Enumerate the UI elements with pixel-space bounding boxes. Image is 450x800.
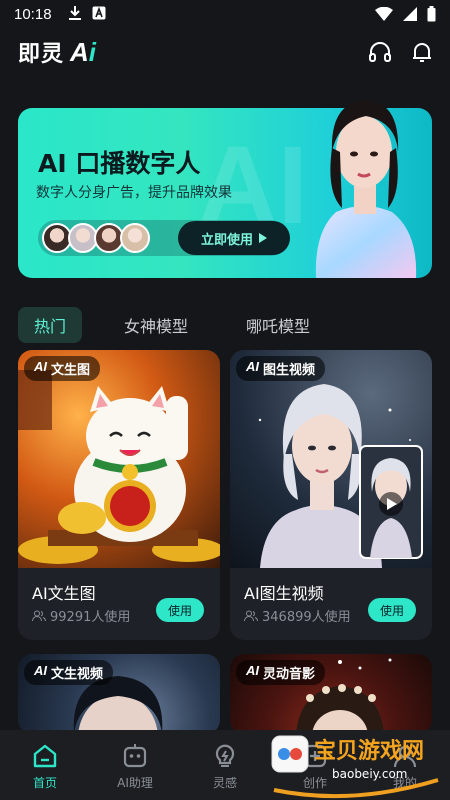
tab-nezha-model[interactable]: 哪吒模型 <box>230 307 326 343</box>
feature-card-text-to-image[interactable]: AI 文生图 AI文生图 99291人使用 使用 <box>18 350 220 640</box>
use-button[interactable]: 使用 <box>368 598 416 622</box>
card-image: AI 图生视频 <box>230 350 432 568</box>
card-title: AI文生图 <box>32 584 96 603</box>
card-usage: 99291人使用 <box>32 606 130 625</box>
card-tag: AI 文生图 <box>24 356 101 381</box>
tab-hot[interactable]: 热门 <box>18 307 83 343</box>
play-icon <box>259 233 267 243</box>
use-now-button[interactable]: 立即使用 <box>178 221 290 255</box>
battery-icon <box>427 6 436 22</box>
banner-title: AI 口播数字人 <box>38 149 201 178</box>
app-notification-icon <box>92 6 106 20</box>
site-watermark: 宝贝游戏网 baobeiy.com <box>262 732 450 800</box>
signal-icon <box>403 7 417 21</box>
banner-subtitle: 数字人分身广告，提升品牌效果 <box>36 185 232 201</box>
logo-text: 即灵 <box>18 42 65 67</box>
logo-ai: Ai <box>70 37 97 67</box>
nav-home[interactable]: 首页 <box>5 738 85 791</box>
banner-action-pill: 立即使用 <box>38 220 290 256</box>
avatar <box>120 223 150 253</box>
headphones-icon[interactable] <box>368 40 392 64</box>
tab-goddess-model[interactable]: 女神模型 <box>108 307 204 343</box>
users-icon <box>244 610 258 621</box>
card-tag: AI 文生视频 <box>24 660 114 685</box>
nav-ai-assistant[interactable]: AI助理 <box>95 738 175 791</box>
nav-label: AI助理 <box>117 776 153 790</box>
nav-label: 灵感 <box>212 776 237 790</box>
app-header: 即灵 Ai <box>0 34 450 74</box>
status-bar: 10:18 <box>0 0 450 30</box>
nav-label: 首页 <box>32 776 57 790</box>
status-time: 10:18 <box>14 6 52 23</box>
use-now-label: 立即使用 <box>200 232 253 248</box>
card-tag: AI 图生视频 <box>236 356 326 381</box>
feature-card-dynamic-audio-video[interactable]: AI 灵动音影 <box>230 654 432 734</box>
home-icon <box>33 744 57 768</box>
feature-card-text-to-video[interactable]: AI 文生视频 <box>18 654 220 734</box>
card-tag: AI 灵动音影 <box>236 660 326 685</box>
watermark-url: baobeiy.com <box>332 767 407 781</box>
card-image: AI 文生视频 <box>18 654 220 734</box>
feature-card-image-to-video[interactable]: AI 图生视频 AI图生视频 346899人使用 使用 <box>230 350 432 640</box>
card-title: AI图生视频 <box>244 584 324 603</box>
bell-icon[interactable] <box>410 40 434 64</box>
card-image: AI 文生图 <box>18 350 220 568</box>
download-icon <box>69 6 81 20</box>
users-icon <box>32 610 46 621</box>
category-tabs: 热门 女神模型 哪吒模型 <box>18 307 326 343</box>
card-image: AI 灵动音影 <box>230 654 432 734</box>
app-logo: 即灵 Ai <box>18 36 96 68</box>
use-button[interactable]: 使用 <box>156 598 204 622</box>
avatar-group <box>42 223 150 253</box>
robot-icon <box>123 744 147 768</box>
banner-model-image <box>296 82 432 278</box>
wifi-icon <box>375 7 393 21</box>
lightbulb-icon <box>215 744 235 767</box>
card-usage: 346899人使用 <box>244 606 351 625</box>
watermark-brand: 宝贝游戏网 <box>314 738 424 764</box>
promo-banner[interactable]: AI AI 口播数字人 数字人分身广告，提升品牌效果 立即使用 <box>18 100 432 278</box>
nav-inspiration[interactable]: 灵感 <box>185 738 265 791</box>
